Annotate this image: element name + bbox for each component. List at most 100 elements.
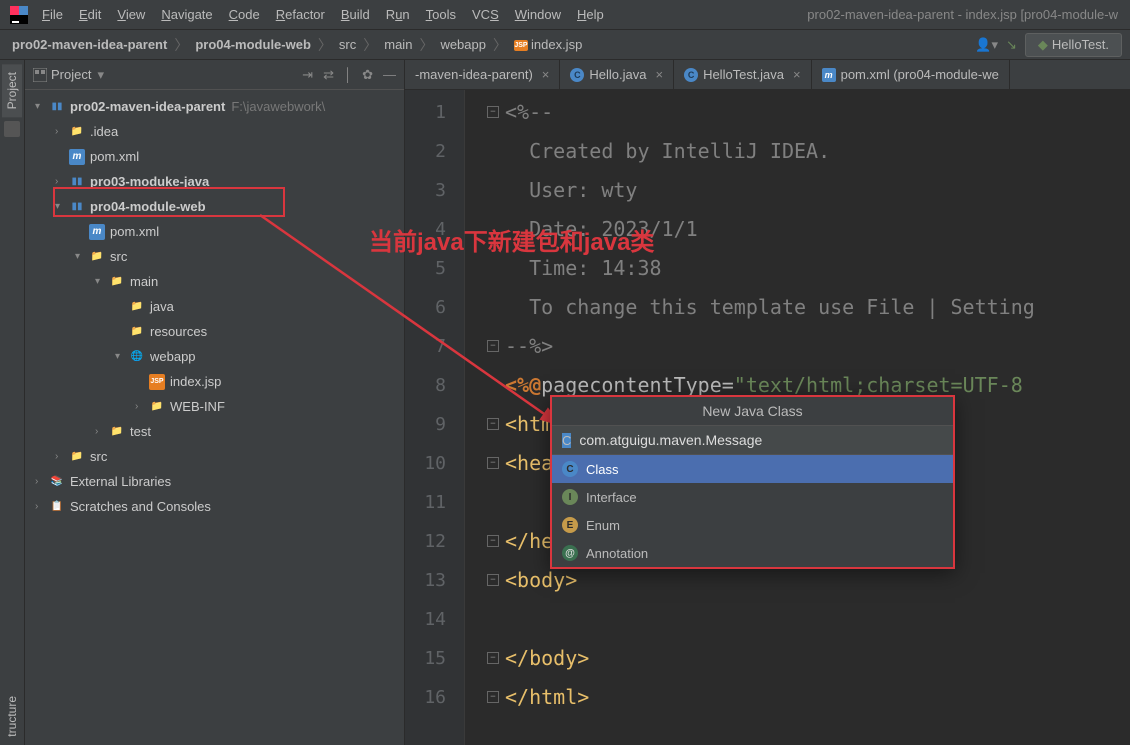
tree-item-java[interactable]: 📁 java [25, 294, 404, 319]
interface-icon: I [562, 489, 578, 505]
fold-icon[interactable]: − [487, 418, 499, 430]
menu-refactor[interactable]: Refactor [268, 3, 333, 26]
menu-tools[interactable]: Tools [418, 3, 464, 26]
type-option-annotation[interactable]: @ Annotation [552, 539, 953, 567]
crumb-main[interactable]: main [380, 35, 416, 54]
chevron-right-icon: 〉 [363, 35, 377, 55]
type-option-enum[interactable]: E Enum [552, 511, 953, 539]
menu-vcs[interactable]: VCS [464, 3, 507, 26]
class-name-input-row: C [552, 425, 953, 455]
tree-item-mod03[interactable]: ›▮▮ pro03-moduke-java [25, 169, 404, 194]
crumb-file[interactable]: JSPindex.jsp [510, 35, 586, 54]
hide-icon[interactable]: — [383, 67, 396, 83]
tree-item-src[interactable]: ▾📁 src [25, 244, 404, 269]
menu-help[interactable]: Help [569, 3, 612, 26]
tree-item-src2[interactable]: ›📁 src [25, 444, 404, 469]
menu-window[interactable]: Window [507, 3, 569, 26]
select-opened-icon[interactable]: ⇥ [302, 67, 313, 83]
tree-item-resources[interactable]: 📁 resources [25, 319, 404, 344]
editor-tab-3[interactable]: m pom.xml (pro04-module-we [812, 60, 1010, 89]
jsp-icon: JSP [149, 374, 165, 390]
gear-icon[interactable]: ✿ [362, 67, 373, 83]
tree-item-test[interactable]: ›📁 test [25, 419, 404, 444]
type-option-interface[interactable]: I Interface [552, 483, 953, 511]
crumb-src[interactable]: src [335, 35, 360, 54]
vtab-project[interactable]: Project [2, 64, 22, 117]
menu-build[interactable]: Build [333, 3, 378, 26]
project-title[interactable]: Project [51, 67, 91, 82]
tree-item-pom2[interactable]: m pom.xml [25, 219, 404, 244]
folder-icon: 📁 [69, 449, 85, 465]
tree-item-idea[interactable]: ›📁 .idea [25, 119, 404, 144]
tree-root[interactable]: ▾▮▮ pro02-maven-idea-parentF:\javawebwor… [25, 94, 404, 119]
users-icon[interactable]: 👤▾ [975, 37, 998, 53]
type-option-class[interactable]: C Class [552, 455, 953, 483]
maven-icon: m [69, 149, 85, 165]
folder-icon: 📁 [109, 424, 125, 440]
tree-item-indexjsp[interactable]: JSP index.jsp [25, 369, 404, 394]
source-folder-icon: 📁 [129, 299, 145, 315]
folder-icon: 📁 [69, 124, 85, 140]
class-icon: C [562, 433, 571, 448]
app-logo [10, 6, 28, 24]
tool-window-stripe: Project tructure [0, 60, 25, 745]
tree-item-pom1[interactable]: m pom.xml [25, 144, 404, 169]
maven-icon: m [89, 224, 105, 240]
new-java-class-dialog: New Java Class C C Class I Interface E E… [550, 395, 955, 569]
folder-icon: 📁 [89, 249, 105, 265]
crumb-root[interactable]: pro02-maven-idea-parent [8, 35, 171, 54]
bookmark-icon[interactable] [4, 121, 20, 137]
crumb-module[interactable]: pro04-module-web [191, 35, 315, 54]
module-icon: ▮▮ [69, 174, 85, 190]
close-icon[interactable]: × [793, 67, 801, 82]
editor-tab-0[interactable]: -maven-idea-parent)× [405, 60, 560, 89]
editor-tab-1[interactable]: C Hello.java× [560, 60, 674, 89]
expand-icon[interactable]: ⇄ [323, 67, 334, 83]
editor-tab-2[interactable]: C HelloTest.java× [674, 60, 812, 89]
close-icon[interactable]: × [542, 67, 550, 82]
close-icon[interactable]: × [655, 67, 663, 82]
menu-navigate[interactable]: Navigate [153, 3, 220, 26]
fold-icon[interactable]: − [487, 691, 499, 703]
menu-code[interactable]: Code [221, 3, 268, 26]
menu-view[interactable]: View [109, 3, 153, 26]
vtab-structure[interactable]: tructure [2, 688, 22, 745]
fold-icon[interactable]: − [487, 535, 499, 547]
folder-icon: 📁 [149, 399, 165, 415]
menu-file[interactable]: File [34, 3, 71, 26]
chevron-right-icon: 〉 [493, 35, 507, 55]
fold-icon[interactable]: − [487, 457, 499, 469]
dialog-title: New Java Class [552, 397, 953, 425]
class-name-input[interactable] [579, 432, 943, 448]
tree-item-mod04[interactable]: ▾▮▮ pro04-module-web [25, 194, 404, 219]
window-title: pro02-maven-idea-parent - index.jsp [pro… [799, 7, 1126, 22]
editor-tabs: -maven-idea-parent)× C Hello.java× C Hel… [405, 60, 1130, 90]
hammer-icon[interactable]: ↘ [1006, 37, 1017, 53]
tree-item-webinf[interactable]: ›📁 WEB-INF [25, 394, 404, 419]
breadcrumb-bar: pro02-maven-idea-parent 〉 pro04-module-w… [0, 30, 1130, 60]
maven-icon: m [822, 68, 836, 82]
fold-icon[interactable]: − [487, 106, 499, 118]
class-icon: C [562, 461, 578, 477]
module-icon: ▮▮ [49, 99, 65, 115]
enum-icon: E [562, 517, 578, 533]
tree-item-main[interactable]: ▾📁 main [25, 269, 404, 294]
folder-icon: 📁 [109, 274, 125, 290]
crumb-webapp[interactable]: webapp [436, 35, 490, 54]
fold-icon[interactable]: − [487, 340, 499, 352]
resources-folder-icon: 📁 [129, 324, 145, 340]
project-header: Project ▾ ⇥ ⇄ │ ✿ — [25, 60, 404, 90]
menu-bar: File Edit View Navigate Code Refactor Bu… [0, 0, 1130, 30]
menu-edit[interactable]: Edit [71, 3, 109, 26]
dropdown-icon[interactable]: ▾ [97, 67, 104, 83]
menu-run[interactable]: Run [378, 3, 418, 26]
fold-icon[interactable]: − [487, 574, 499, 586]
fold-icon[interactable]: − [487, 652, 499, 664]
collapse-icon[interactable]: │ [344, 67, 352, 83]
tree-item-webapp[interactable]: ▾🌐 webapp [25, 344, 404, 369]
scratches-icon: 📋 [49, 499, 65, 515]
tree-external-libraries[interactable]: ›📚 External Libraries [25, 469, 404, 494]
tree-scratches[interactable]: ›📋 Scratches and Consoles [25, 494, 404, 519]
run-config-dropdown[interactable]: ◆HelloTest. [1025, 33, 1122, 57]
project-tree[interactable]: ▾▮▮ pro02-maven-idea-parentF:\javawebwor… [25, 90, 404, 745]
